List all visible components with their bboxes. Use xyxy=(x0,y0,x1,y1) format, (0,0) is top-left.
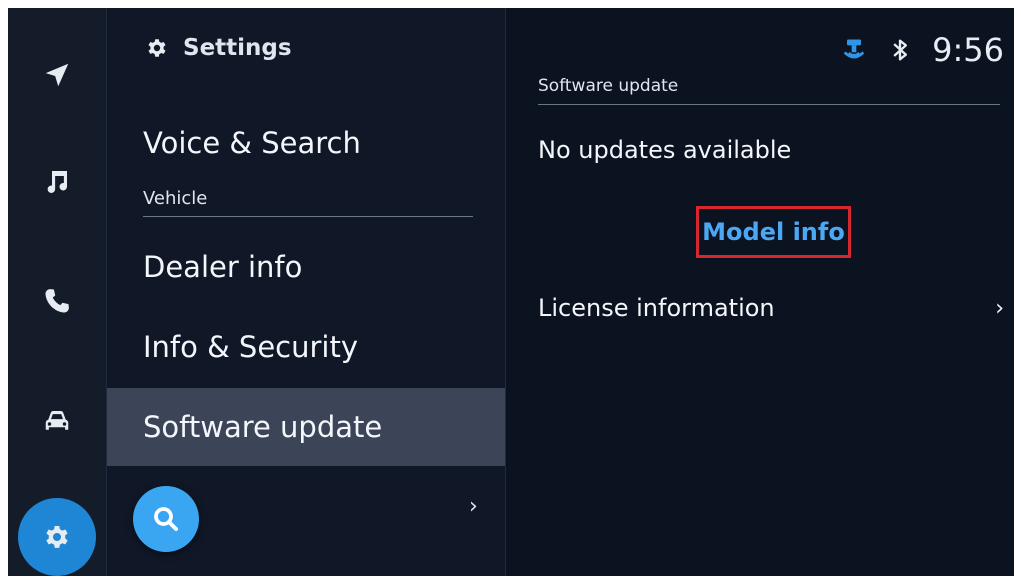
update-status-text: No updates available xyxy=(538,136,792,164)
gear-icon xyxy=(148,39,166,57)
software-update-detail: 9:56 Software update No updates availabl… xyxy=(506,8,1014,576)
clock: 9:56 xyxy=(932,31,1004,69)
rail-media-button[interactable] xyxy=(34,158,80,204)
model-info-link[interactable]: Model info xyxy=(696,206,851,258)
head-unit-screen: Settings Voice & Search Vehicle Dealer i… xyxy=(8,8,1014,576)
phone-icon xyxy=(45,289,69,313)
rail-navigation-button[interactable] xyxy=(34,52,80,98)
rail-vehicle-button[interactable] xyxy=(34,398,80,444)
chevron-right-icon: › xyxy=(995,295,1004,321)
section-label-vehicle: Vehicle xyxy=(143,188,208,209)
rail-settings-button[interactable] xyxy=(18,498,96,576)
gear-icon xyxy=(46,526,68,548)
section-divider xyxy=(538,104,1000,105)
detail-section-title: Software update xyxy=(538,76,679,96)
settings-item-label: Voice & Search xyxy=(143,126,361,160)
settings-item-label: Software update xyxy=(143,410,383,444)
search-button[interactable] xyxy=(133,486,199,552)
settings-header: Settings xyxy=(145,30,292,66)
music-note-icon xyxy=(47,171,68,193)
settings-item-dealer-info[interactable]: Dealer info xyxy=(107,228,505,306)
settings-item-label: Dealer info xyxy=(143,250,303,284)
settings-item-label: Info & Security xyxy=(143,330,359,364)
section-divider xyxy=(143,216,473,217)
settings-item-voice-search[interactable]: Voice & Search xyxy=(107,104,505,182)
settings-list-panel: Settings Voice & Search Vehicle Dealer i… xyxy=(107,8,506,576)
connected-services-icon xyxy=(843,39,865,59)
settings-item-info-security[interactable]: Info & Security xyxy=(107,308,505,386)
app-rail xyxy=(8,8,107,576)
status-bar: 9:56 xyxy=(840,28,1004,72)
navigation-arrow-icon xyxy=(45,63,69,87)
model-info-label: Model info xyxy=(702,218,845,246)
bluetooth-icon xyxy=(893,39,908,61)
car-icon xyxy=(45,411,69,430)
settings-title: Settings xyxy=(183,35,292,61)
license-information-row[interactable]: License information › xyxy=(538,288,1008,328)
search-icon xyxy=(154,507,178,531)
license-information-label: License information xyxy=(538,294,775,322)
chevron-right-icon[interactable]: › xyxy=(469,494,478,519)
settings-item-software-update[interactable]: Software update xyxy=(107,388,505,466)
rail-phone-button[interactable] xyxy=(34,278,80,324)
